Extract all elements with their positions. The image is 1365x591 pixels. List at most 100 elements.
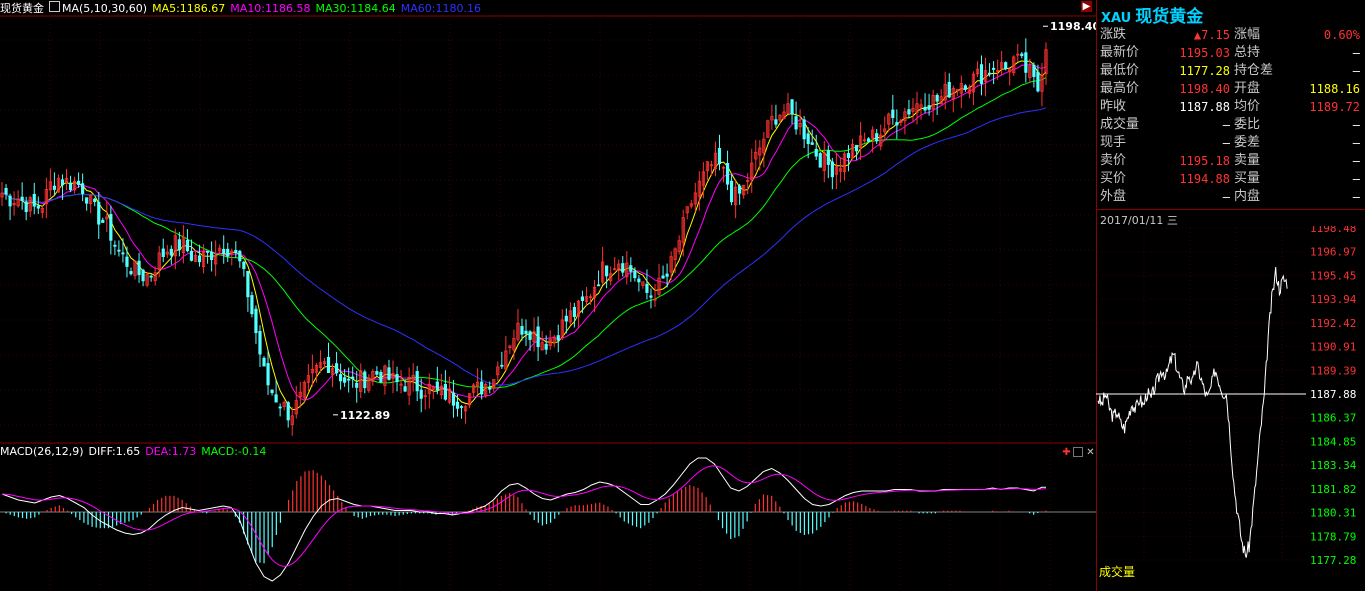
macd-indicator-bar: MACD(26,12,9) DIFF:1.65 DEA:1.73 MACD:-0.14	[0, 445, 271, 461]
candle-body	[854, 144, 859, 152]
candle-body	[544, 343, 548, 350]
candle-body	[262, 357, 266, 367]
candle-body	[177, 239, 181, 251]
candle-body	[790, 99, 794, 115]
candle-body	[274, 394, 278, 403]
candle-body	[1036, 71, 1040, 92]
candle-body	[20, 196, 24, 201]
quote-label: 开盘	[1234, 81, 1261, 96]
add-indicator-icon[interactable]: ✚	[1061, 447, 1072, 458]
diff-line	[1, 457, 1046, 582]
quote-label: 委差	[1234, 135, 1261, 150]
ma-indicator-label[interactable]: MA(5,10,30,60)	[62, 2, 147, 15]
volume-label: 成交量	[1099, 565, 1136, 579]
low-price-label: 1122.89	[340, 409, 390, 422]
price-tick-label: 1193.94	[1310, 293, 1357, 306]
candle-body	[633, 270, 637, 279]
quote-label: 总持	[1234, 45, 1261, 60]
chart-symbol-name: 现货黄金	[0, 2, 44, 15]
ma60-line	[1, 107, 1047, 386]
quote-value: —	[1352, 172, 1360, 186]
candle-body	[189, 250, 194, 261]
high-price-label: 1198.40	[1050, 20, 1096, 33]
candle-body	[536, 326, 540, 348]
ma60-value: MA60:1180.16	[400, 2, 481, 15]
quote-value: —	[1352, 190, 1360, 204]
restore-icon[interactable]	[1073, 447, 1083, 457]
candle-body	[254, 308, 258, 334]
candle-body	[649, 295, 653, 298]
symbol-code: XAU	[1101, 11, 1132, 26]
candle-body	[818, 153, 822, 168]
candle-body	[270, 389, 274, 394]
candle-body	[347, 378, 351, 381]
candle-body	[242, 261, 246, 270]
quote-label: 卖量	[1234, 153, 1261, 168]
ma30-value: MA30:1184.64	[315, 2, 396, 15]
expand-icon[interactable]: ▶	[1081, 1, 1092, 12]
candle-body	[738, 185, 742, 194]
candle-body	[113, 244, 117, 247]
price-tick-label: 1178.79	[1310, 530, 1356, 543]
price-tick-label: 1189.39	[1310, 364, 1356, 377]
intraday-chart[interactable]: 1198.48 1196.97 1195.45 1193.94 1192.42 1190.…	[1096, 226, 1365, 591]
candle-body	[8, 195, 12, 207]
quote-label: 现手	[1100, 135, 1127, 150]
quote-label: 外盘	[1100, 189, 1127, 204]
candle-body	[250, 295, 254, 315]
intraday-price-line	[1097, 266, 1288, 558]
candle-body	[238, 250, 242, 262]
candle-body	[278, 406, 282, 409]
price-tick-label: 1187.88	[1310, 388, 1356, 401]
ma-settings-icon[interactable]	[49, 1, 60, 12]
macd-indicator-label[interactable]: MACD(26,12,9)	[0, 445, 84, 458]
candle-body	[60, 179, 65, 186]
close-indicator-icon[interactable]: ✕	[1085, 447, 1096, 458]
price-tick-label: 1195.45	[1310, 269, 1356, 282]
candle-body	[717, 148, 722, 165]
candle-body	[520, 326, 524, 335]
quote-label: 内盘	[1234, 189, 1261, 204]
candlestick-chart[interactable]: 1198.40 1122.89	[0, 0, 1096, 591]
dea-value: DEA:1.73	[145, 445, 197, 458]
quote-label: 最低价	[1100, 63, 1140, 78]
candle-body	[867, 138, 871, 142]
quote-label: 卖价	[1100, 153, 1127, 168]
ma-indicator-bar: 现货黄金 MA(5,10,30,60) MA5:1186.67 MA10:1186.5…	[0, 0, 486, 16]
price-tick-label: 1190.91	[1310, 341, 1356, 354]
macd-value: MACD:-0.14	[201, 445, 267, 458]
panel-divider	[1096, 209, 1365, 210]
candle-body	[564, 315, 568, 322]
quote-value: 1187.88	[1179, 100, 1230, 114]
candle-body	[117, 249, 121, 252]
candle-body	[596, 284, 601, 287]
quote-value: —	[1352, 118, 1360, 132]
candle-body	[826, 150, 830, 165]
candle-body	[991, 67, 996, 70]
quote-value: 1189.72	[1309, 100, 1360, 114]
candle-body	[814, 148, 818, 157]
candle-body	[32, 193, 36, 207]
candle-body	[415, 371, 419, 392]
candle-body	[343, 377, 347, 383]
candle-body	[661, 275, 665, 279]
quote-label: 涨幅	[1234, 27, 1261, 42]
candle-body	[459, 406, 464, 408]
price-tick-label: 1180.31	[1310, 507, 1356, 520]
candle-body	[725, 163, 730, 185]
symbol-name: 现货黄金	[1135, 7, 1204, 27]
candle-body	[645, 283, 649, 293]
candle-body	[605, 265, 609, 277]
candle-body	[774, 119, 778, 125]
candle-body	[1020, 53, 1024, 57]
candle-body	[210, 251, 214, 261]
candle-body	[52, 185, 57, 190]
quote-label: 最高价	[1100, 81, 1140, 96]
candle-body	[121, 252, 125, 255]
candle-body	[729, 180, 734, 203]
candle-body	[830, 161, 834, 178]
candle-body	[987, 72, 992, 75]
candle-body	[1024, 52, 1028, 73]
candle-body	[435, 381, 439, 391]
moving-average-lines	[1, 60, 1047, 411]
